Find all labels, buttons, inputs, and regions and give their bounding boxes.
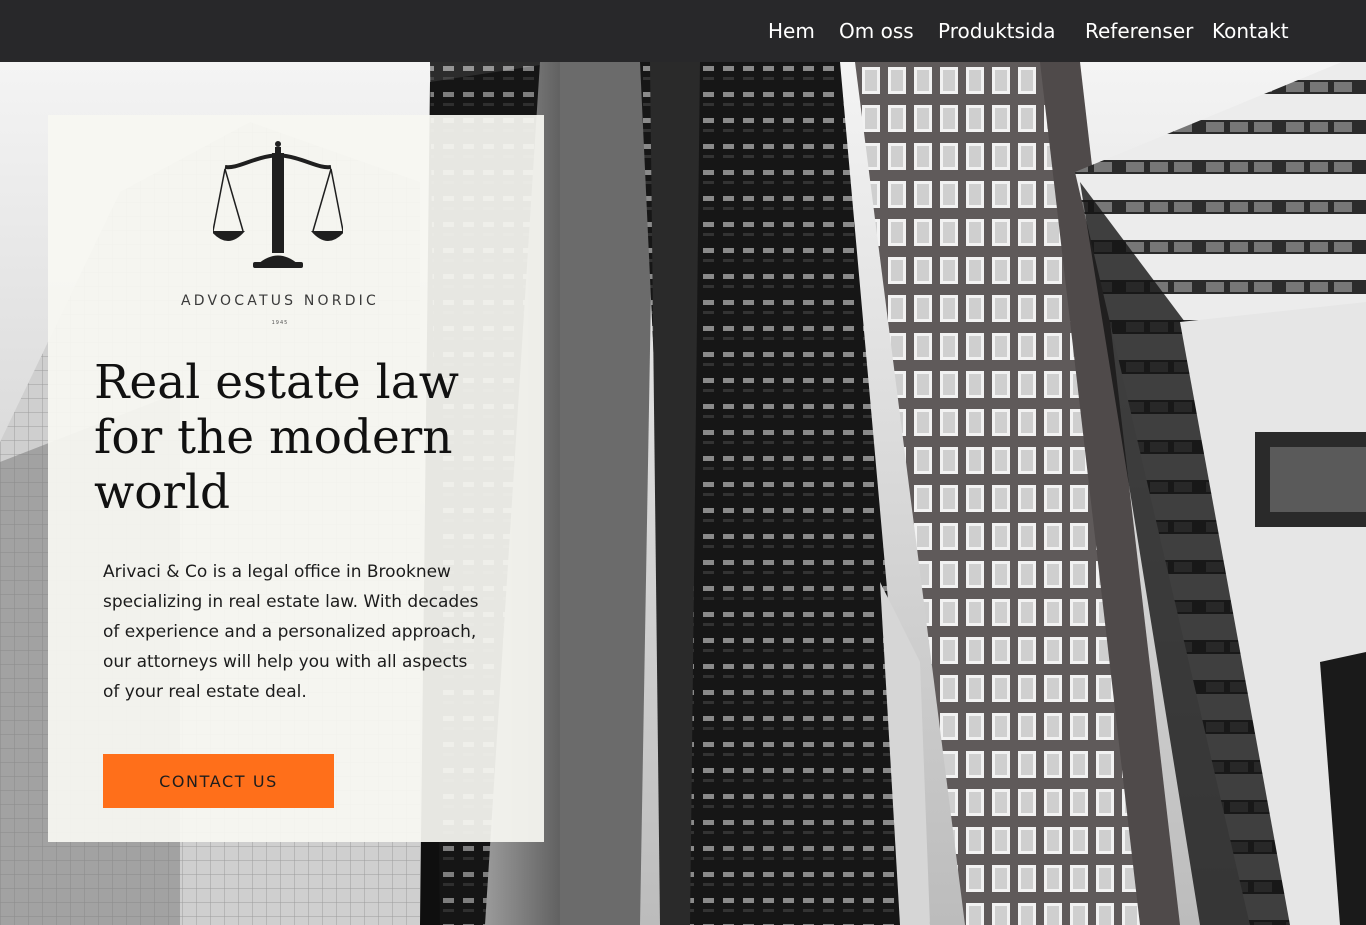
brand-name: ADVOCATUS NORDIC bbox=[181, 293, 379, 309]
intro-paragraph: Arivaci & Co is a legal office in Brookn… bbox=[103, 562, 479, 702]
nav-link-kontakt[interactable]: Kontakt bbox=[1212, 17, 1289, 45]
nav-link-hem[interactable]: Hem bbox=[768, 17, 815, 45]
top-navigation-bar: Hem Om oss Produktsida Referenser Kontak… bbox=[0, 0, 1366, 62]
nav-link-produktsida[interactable]: Produktsida bbox=[938, 17, 1055, 45]
hero-card: ADVOCATUS NORDIC 1945 Real estate law fo… bbox=[48, 115, 544, 842]
nav-link-om-oss[interactable]: Om oss bbox=[839, 17, 914, 45]
page-headline: Real estate law for the modern world bbox=[94, 355, 459, 520]
scales-of-justice-icon bbox=[213, 141, 343, 268]
contact-us-button[interactable]: CONTACT US bbox=[103, 754, 334, 808]
brand-year: 1945 bbox=[271, 320, 289, 326]
nav-link-referenser[interactable]: Referenser bbox=[1085, 17, 1193, 45]
